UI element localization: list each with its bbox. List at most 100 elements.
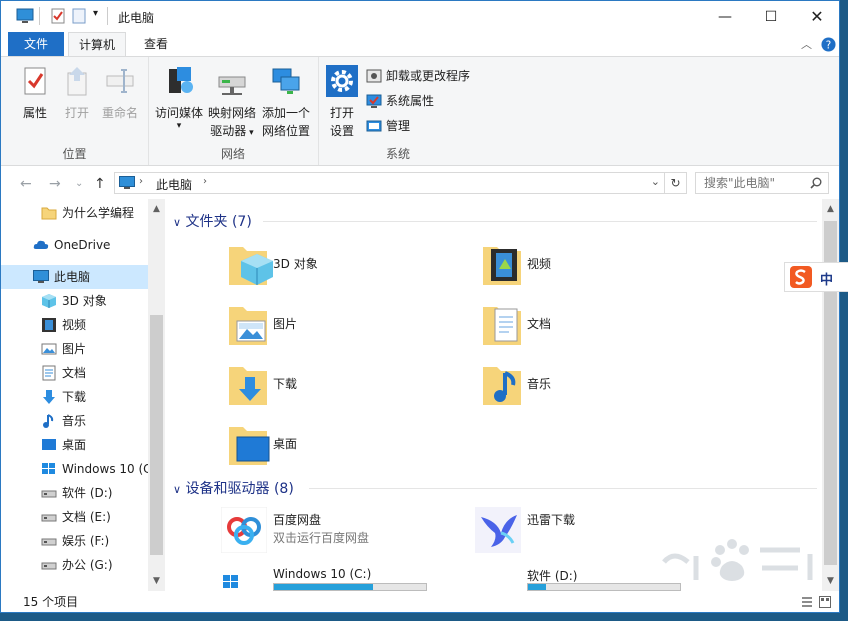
nav-item-label: 桌面 — [62, 438, 87, 452]
film-folder-icon — [483, 247, 521, 285]
folder-pictures[interactable]: 图片 — [227, 301, 447, 357]
nav-item-this-pc[interactable]: 此电脑 — [1, 265, 148, 289]
windows-drive-icon — [223, 575, 238, 588]
nav-item-drive-f[interactable]: 娱乐 (F:) — [1, 529, 148, 553]
nav-item-drive-g[interactable]: 办公 (G:) — [1, 553, 148, 577]
device-sublabel: 双击运行百度网盘 — [273, 531, 370, 545]
section-divider — [309, 488, 817, 489]
nav-item-downloads[interactable]: 下载 — [1, 385, 148, 409]
breadcrumb-chevron-icon[interactable]: › — [139, 176, 143, 187]
drive-icon — [41, 514, 57, 522]
nav-item-drive-c[interactable]: Windows 10 (C — [1, 457, 148, 481]
add-network-location-button[interactable]: 添加一个 网络位置 — [258, 65, 314, 140]
open-button: 打开 — [58, 65, 96, 122]
nav-scroll-thumb[interactable] — [150, 315, 163, 555]
drive-label: Windows 10 (C:) — [273, 567, 372, 581]
folder-3d-objects[interactable]: 3D 对象 — [227, 241, 447, 297]
nav-item-desktop[interactable]: 桌面 — [1, 433, 148, 457]
tab-file[interactable]: 文件 — [8, 32, 64, 56]
drive-label: 软件 (D:) — [527, 569, 578, 583]
picture-folder-icon — [229, 307, 267, 345]
folder-downloads[interactable]: 下载 — [227, 361, 447, 417]
drive-c[interactable]: Windows 10 (C:) — [221, 561, 471, 591]
chevron-down-icon[interactable]: ▾ — [93, 8, 98, 19]
ribbon: 属性 打开 重命名 位置 访问媒体 ▾ 映射网络 驱动器 ▾ 添加一个 网络位置… — [1, 56, 839, 166]
drive-usage-fill — [528, 584, 547, 590]
search-box[interactable] — [695, 172, 829, 194]
nav-item-label: 为什么学编程 — [62, 206, 135, 220]
map-network-drive-button[interactable]: 映射网络 驱动器 ▾ — [206, 65, 258, 142]
folder-documents[interactable]: 文档 — [481, 301, 701, 357]
nav-scrollbar[interactable]: ▲ ▼ — [148, 199, 165, 591]
folder-videos[interactable]: 视频 — [481, 241, 701, 297]
collapse-ribbon-icon[interactable]: ︿ — [801, 36, 812, 52]
scroll-up-icon[interactable]: ▲ — [148, 201, 165, 218]
nav-item-label: 此电脑 — [54, 270, 91, 284]
item-count: 15 个项目 — [23, 595, 79, 609]
nav-item-label: 娱乐 (F:) — [62, 534, 110, 548]
help-icon[interactable]: ? — [821, 37, 836, 52]
nav-item-drive-e[interactable]: 文档 (E:) — [1, 505, 148, 529]
close-button[interactable]: ✕ — [794, 1, 839, 32]
nav-item-music[interactable]: 音乐 — [1, 409, 148, 433]
new-folder-qa-icon[interactable] — [71, 8, 87, 24]
search-icon[interactable] — [810, 177, 822, 189]
devices-section-header[interactable]: ∨ 设备和驱动器 (8) — [173, 478, 294, 498]
recent-chevron-icon[interactable]: ⌄ — [75, 178, 83, 189]
nav-item-pictures[interactable]: 图片 — [1, 337, 148, 361]
drive-icon — [41, 562, 57, 570]
properties-qa-icon[interactable] — [50, 8, 66, 24]
back-arrow-icon[interactable]: ← — [20, 176, 32, 192]
refresh-button[interactable]: ↻ — [665, 172, 687, 194]
ribbon-group-location: 属性 打开 重命名 位置 — [1, 57, 149, 165]
system-properties-label: 系统属性 — [386, 94, 435, 108]
tab-view[interactable]: 查看 — [132, 32, 180, 56]
properties-button[interactable]: 属性 — [15, 65, 55, 122]
open-settings-button[interactable]: 打开 设置 — [324, 65, 360, 140]
nav-item-documents[interactable]: 文档 — [1, 361, 148, 385]
search-input[interactable] — [702, 175, 806, 191]
folders-section-header[interactable]: ∨ 文件夹 (7) — [173, 211, 252, 231]
refresh-icon: ↻ — [670, 176, 681, 190]
nav-item-label: Windows 10 (C — [62, 462, 148, 476]
address-row: ← → ⌄ ↑ › 此电脑 › ⌄ ↻ — [1, 167, 839, 199]
navigation-pane: 为什么学编程 OneDrive 此电脑 3D 对象 视频 图片 文档 下载 音乐… — [1, 199, 165, 591]
baidu-netdisk-icon — [221, 507, 267, 553]
ime-mode-label[interactable]: 中 — [820, 269, 833, 288]
device-baidu-netdisk[interactable]: 百度网盘 双击运行百度网盘 — [221, 505, 471, 555]
manage-icon — [366, 120, 382, 132]
nav-item-3d-objects[interactable]: 3D 对象 — [1, 289, 148, 313]
device-label: 迅雷下载 — [527, 513, 576, 527]
cloud-icon — [33, 240, 49, 249]
address-bar[interactable]: › 此电脑 › ⌄ — [114, 172, 665, 194]
cube-icon — [42, 294, 56, 308]
music-icon — [43, 414, 54, 428]
chevron-down-icon: ▾ — [176, 121, 182, 131]
nav-item-drive-d[interactable]: 软件 (D:) — [1, 481, 148, 505]
access-media-button[interactable]: 访问媒体 ▾ — [152, 65, 206, 131]
windows-drive-icon — [42, 463, 55, 474]
rename-icon — [106, 69, 134, 93]
address-history-chevron-icon[interactable]: ⌄ — [651, 175, 660, 188]
forward-arrow-icon[interactable]: → — [49, 176, 61, 192]
network-drive-icon — [218, 76, 246, 95]
breadcrumb-chevron-icon[interactable]: › — [203, 176, 207, 187]
breadcrumb-this-pc[interactable]: 此电脑 — [156, 176, 192, 193]
minimize-button[interactable]: — — [702, 1, 748, 32]
scroll-down-icon[interactable]: ▼ — [148, 573, 165, 590]
scroll-up-icon[interactable]: ▲ — [822, 201, 839, 218]
folder-label: 下载 — [273, 377, 298, 391]
nav-item-onedrive[interactable]: OneDrive — [1, 233, 148, 257]
baidu-watermark-logo — [662, 539, 813, 581]
collapse-chevron-icon[interactable]: ∨ — [173, 216, 181, 229]
tab-computer[interactable]: 计算机 — [68, 32, 126, 56]
folder-desktop[interactable]: 桌面 — [227, 421, 447, 477]
manage-label: 管理 — [386, 119, 411, 133]
nav-item-videos[interactable]: 视频 — [1, 313, 148, 337]
up-arrow-icon[interactable]: ↑ — [94, 176, 106, 192]
nav-item-folder[interactable]: 为什么学编程 — [1, 201, 148, 225]
collapse-chevron-icon[interactable]: ∨ — [173, 483, 181, 496]
folder-music[interactable]: 音乐 — [481, 361, 701, 417]
maximize-button[interactable]: ☐ — [748, 1, 794, 32]
ime-toolbar[interactable]: 中 — [784, 262, 848, 292]
